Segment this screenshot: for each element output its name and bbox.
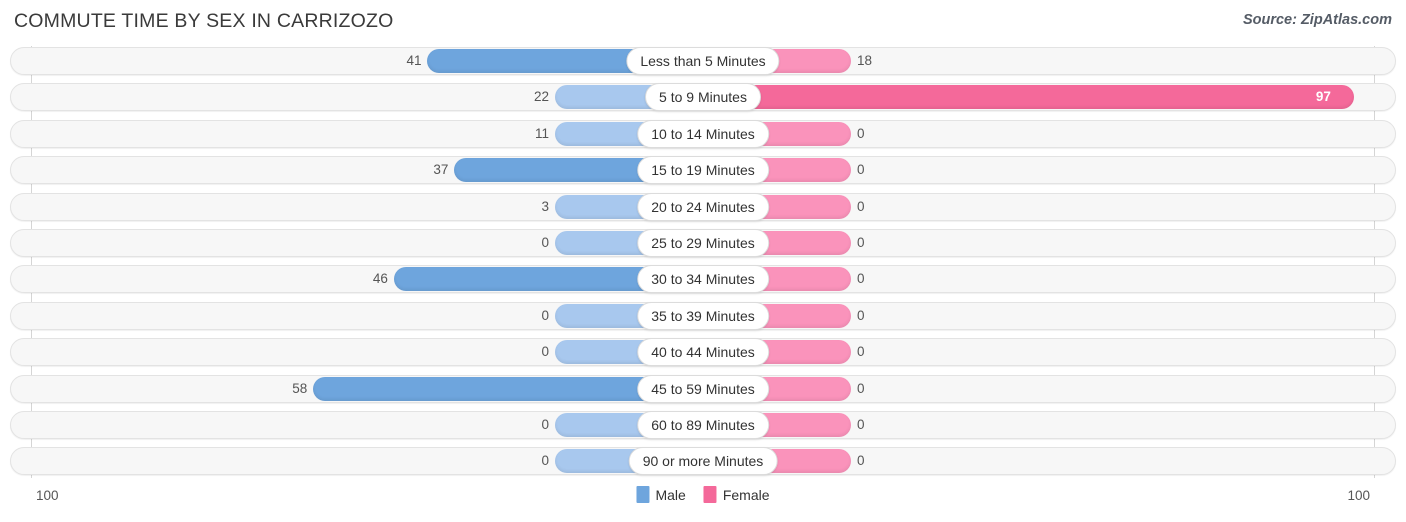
male-value-label: 0 — [541, 234, 549, 250]
male-value-label: 0 — [541, 307, 549, 323]
chart-rows: 41 18 Less than 5 Minutes 22 97 5 to 9 Minute… — [0, 46, 1406, 483]
female-value-label: 0 — [857, 307, 865, 323]
male-value-label: 46 — [372, 271, 388, 287]
female-value-label: 18 — [857, 53, 873, 68]
category-label-pill: 20 to 24 Minutes — [637, 192, 769, 221]
chart-row[interactable]: 41 18 Less than 5 Minutes — [0, 46, 1406, 76]
category-label-pill: 10 to 14 Minutes — [637, 119, 769, 148]
male-value-label: 3 — [541, 198, 549, 214]
legend-label-female: Female — [722, 486, 770, 503]
chart-legend: Male Female — [636, 486, 770, 503]
chart-header: COMMUTE TIME BY SEX IN CARRIZOZO Source:… — [0, 0, 1406, 44]
chart-row[interactable]: 46 0 30 to 34 Minutes — [0, 264, 1406, 294]
chart-row[interactable]: 11 0 10 to 14 Minutes — [0, 119, 1406, 149]
chart-row[interactable]: 58 0 45 to 59 Minutes — [0, 374, 1406, 404]
male-value-label: 0 — [541, 344, 549, 360]
chart-plot-area: 41 18 Less than 5 Minutes 22 97 5 to 9 Minute… — [0, 46, 1406, 478]
male-color-swatch — [636, 486, 650, 503]
male-value-label: 0 — [541, 453, 549, 469]
female-value-label: 0 — [857, 162, 865, 178]
chart-row[interactable]: 3 0 20 to 24 Minutes — [0, 192, 1406, 222]
female-color-swatch — [703, 486, 717, 503]
category-label-pill: 90 or more Minutes — [628, 447, 778, 476]
female-value-label: 0 — [857, 416, 865, 432]
chart-row[interactable]: 0 0 35 to 39 Minutes — [0, 301, 1406, 331]
axis-label-left: 100 — [36, 488, 59, 503]
category-label-pill: 35 to 39 Minutes — [637, 301, 769, 330]
male-value-label: 37 — [433, 162, 449, 178]
category-label-pill: Less than 5 Minutes — [626, 47, 780, 75]
female-value-label: 0 — [857, 271, 865, 287]
male-value-label: 58 — [292, 380, 308, 396]
source-attribution: Source: ZipAtlas.com — [1242, 12, 1392, 28]
chart-row[interactable]: 0 0 90 or more Minutes — [0, 446, 1406, 476]
chart-row[interactable]: 37 0 15 to 19 Minutes — [0, 155, 1406, 185]
male-value-label: 22 — [533, 89, 549, 105]
female-value-label: 0 — [857, 380, 865, 396]
female-bar[interactable] — [703, 85, 1354, 110]
female-value-label: 0 — [857, 198, 865, 214]
category-label-pill: 40 to 44 Minutes — [637, 338, 769, 367]
female-value-label: 0 — [857, 125, 865, 141]
chart-row[interactable]: 0 0 60 to 89 Minutes — [0, 410, 1406, 440]
legend-item-female[interactable]: Female — [703, 486, 770, 503]
male-value-label: 41 — [406, 53, 422, 68]
female-value-label: 97 — [1315, 89, 1331, 105]
chart-row[interactable]: 0 0 25 to 29 Minutes — [0, 228, 1406, 258]
category-label-pill: 45 to 59 Minutes — [637, 374, 769, 403]
male-value-label: 11 — [534, 125, 549, 141]
category-label-pill: 30 to 34 Minutes — [637, 265, 769, 294]
axis-label-right: 100 — [1347, 488, 1370, 503]
category-label-pill: 5 to 9 Minutes — [645, 83, 761, 112]
chart-row[interactable]: 0 0 40 to 44 Minutes — [0, 337, 1406, 367]
category-label-pill: 60 to 89 Minutes — [637, 410, 769, 439]
page-title: COMMUTE TIME BY SEX IN CARRIZOZO — [14, 10, 394, 32]
female-value-label: 0 — [857, 234, 865, 250]
chart-footer: 100 Male Female 100 — [0, 478, 1406, 522]
legend-label-male: Male — [655, 486, 686, 503]
category-label-pill: 25 to 29 Minutes — [637, 228, 769, 257]
legend-item-male[interactable]: Male — [636, 486, 686, 503]
male-value-label: 0 — [541, 416, 549, 432]
category-label-pill: 15 to 19 Minutes — [637, 156, 769, 185]
female-value-label: 0 — [857, 344, 865, 360]
female-value-label: 0 — [857, 453, 865, 469]
chart-row[interactable]: 22 97 5 to 9 Minutes — [0, 82, 1406, 112]
